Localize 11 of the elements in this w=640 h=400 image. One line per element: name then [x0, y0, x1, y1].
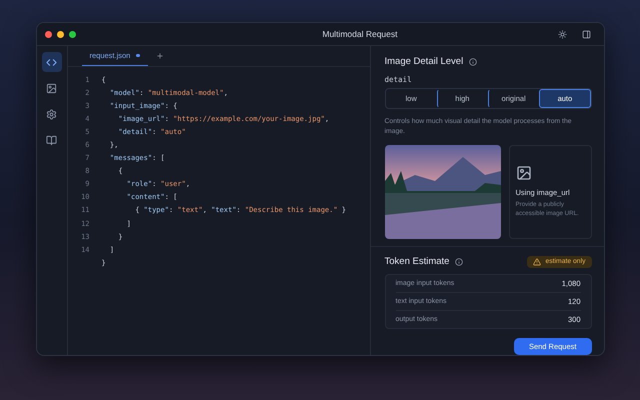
section-title: Token Estimate — [384, 256, 450, 268]
close-button[interactable] — [44, 30, 52, 38]
info-icon[interactable] — [469, 58, 478, 66]
maximize-button[interactable] — [68, 30, 76, 38]
minimize-button[interactable] — [56, 30, 64, 38]
section-title: Image Detail Level — [384, 56, 464, 67]
info-icon[interactable] — [455, 258, 464, 266]
code-icon[interactable] — [42, 52, 62, 72]
warning-icon — [533, 258, 542, 266]
window-title: Multimodal Request — [321, 29, 398, 39]
image-icon — [516, 165, 532, 182]
